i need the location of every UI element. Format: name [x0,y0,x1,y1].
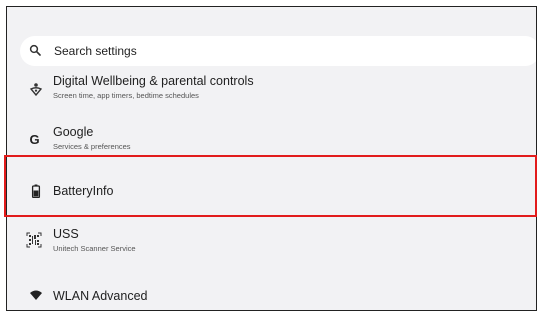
selection-highlight-box [4,155,537,217]
settings-item-uss[interactable]: USS Unitech Scanner Service [7,223,536,269]
settings-item-title: WLAN Advanced [53,289,148,303]
google-icon: G [30,132,40,146]
settings-item-subtitle: Services & preferences [53,142,131,151]
settings-item-digital-wellbeing[interactable]: Digital Wellbeing & parental controls Sc… [7,69,536,115]
search-placeholder: Search settings [54,44,137,58]
search-icon [29,44,41,56]
search-bar[interactable]: Search settings [20,36,536,66]
settings-item-wlan-advanced[interactable]: WLAN Advanced [7,279,536,310]
settings-item-title: Google [53,125,94,139]
settings-item-subtitle: Unitech Scanner Service [53,244,136,253]
settings-item-subtitle: Screen time, app timers, bedtime schedul… [53,91,199,100]
wellbeing-icon [29,83,43,96]
settings-item-title: Digital Wellbeing & parental controls [53,74,254,88]
svg-text:G: G [30,132,40,146]
wifi-icon [30,290,42,300]
scanner-icon [26,232,42,248]
settings-item-title: USS [53,227,79,241]
